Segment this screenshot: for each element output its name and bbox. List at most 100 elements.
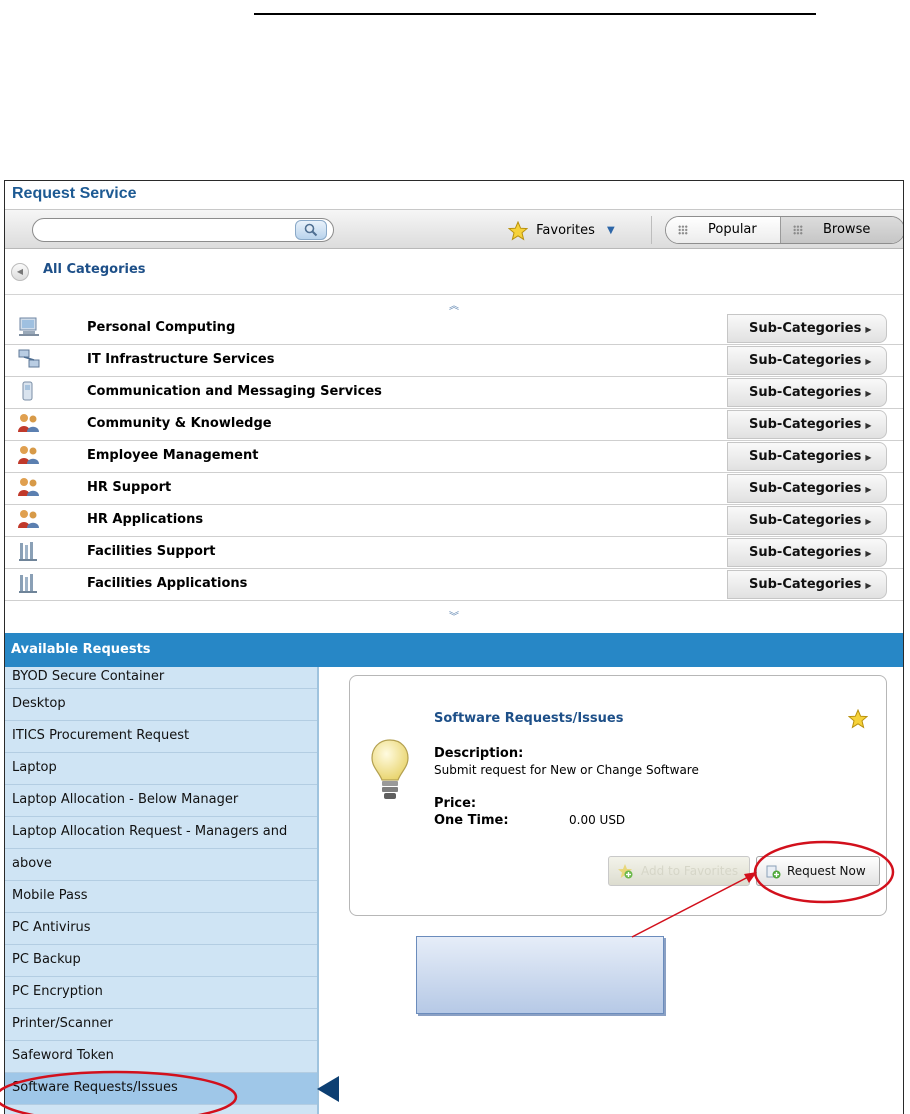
scroll-down-icon[interactable]: ︾ <box>5 608 903 623</box>
sub-categories-button[interactable]: Sub-Categories ▶ <box>727 506 887 535</box>
add-star-icon <box>618 864 633 879</box>
building-icon <box>17 572 41 594</box>
chevron-down-icon: ▼ <box>607 225 615 236</box>
request-list-item[interactable]: Laptop <box>5 753 317 785</box>
favorites-label: Favorites <box>536 223 595 238</box>
request-list-item[interactable]: PC Backup <box>5 945 317 977</box>
request-item-label: PC Encryption <box>12 984 103 999</box>
request-list-item[interactable]: Printer/Scanner <box>5 1009 317 1041</box>
chevron-right-icon: ▶ <box>865 485 872 494</box>
sub-categories-label: Sub-Categories <box>749 385 862 400</box>
people-icon <box>17 476 41 498</box>
sub-categories-label: Sub-Categories <box>749 321 862 336</box>
detail-title: Software Requests/Issues <box>434 711 624 726</box>
category-label: HR Support <box>87 480 172 495</box>
sub-categories-button[interactable]: Sub-Categories ▶ <box>727 378 887 407</box>
request-now-label: Request Now <box>787 864 866 878</box>
favorites-dropdown[interactable]: Favorites ▼ <box>508 220 615 242</box>
chevron-right-icon: ▶ <box>865 453 872 462</box>
browse-button[interactable]: Browse <box>780 217 903 243</box>
top-rule <box>254 13 816 15</box>
grid-icon <box>678 225 688 235</box>
request-list-item[interactable]: Laptop Allocation - Below Manager <box>5 785 317 817</box>
phone-icon <box>17 380 41 402</box>
request-now-button[interactable]: Request Now <box>756 856 880 886</box>
request-item-label: Safeword Token <box>12 1048 114 1063</box>
request-item-label: Printer/Scanner <box>12 1016 113 1031</box>
request-item-label: Desktop <box>12 696 66 711</box>
chevron-right-icon: ▶ <box>865 517 872 526</box>
people-icon <box>17 508 41 530</box>
request-item-label: BYOD Secure Container <box>12 669 165 684</box>
sub-categories-label: Sub-Categories <box>749 449 862 464</box>
request-detail-card: Software Requests/Issues Description: Su… <box>349 675 887 916</box>
favorite-star-icon[interactable] <box>848 709 868 729</box>
category-row[interactable]: Facilities Support Sub-Categories ▶ <box>5 537 903 569</box>
star-icon <box>508 221 528 241</box>
view-toggle: Popular Browse <box>665 216 903 244</box>
sub-categories-button[interactable]: Sub-Categories ▶ <box>727 314 887 343</box>
search-box <box>32 218 334 242</box>
request-list-item[interactable]: PC Encryption <box>5 977 317 1009</box>
sub-categories-button[interactable]: Sub-Categories ▶ <box>727 474 887 503</box>
category-row[interactable]: Facilities Applications Sub-Categories ▶ <box>5 569 903 601</box>
request-list-item[interactable]: above <box>5 849 317 881</box>
one-time-label: One Time: <box>434 813 509 828</box>
panel-title: Request Service <box>5 181 903 209</box>
browse-label: Browse <box>823 222 871 237</box>
sub-categories-button[interactable]: Sub-Categories ▶ <box>727 410 887 439</box>
add-to-favorites-button[interactable]: Add to Favorites <box>608 856 750 886</box>
add-to-favorites-label: Add to Favorites <box>641 864 739 878</box>
request-item-label: Laptop Allocation Request - Managers and <box>12 824 288 839</box>
category-label: HR Applications <box>87 512 204 527</box>
toolbar: Favorites ▼ Popular Browse <box>5 209 903 249</box>
sub-categories-label: Sub-Categories <box>749 577 862 592</box>
people-icon <box>17 444 41 466</box>
breadcrumb: ◀ All Categories <box>5 249 903 295</box>
category-row[interactable]: Community & Knowledge Sub-Categories ▶ <box>5 409 903 441</box>
request-item-label: Laptop <box>12 760 57 775</box>
search-button[interactable] <box>295 220 327 240</box>
sub-categories-button[interactable]: Sub-Categories ▶ <box>727 538 887 567</box>
request-list-item[interactable]: Safeword Token <box>5 1041 317 1073</box>
category-label: Employee Management <box>87 448 259 463</box>
back-arrow-icon[interactable]: ◀ <box>11 263 29 281</box>
network-icon <box>17 348 41 370</box>
sub-categories-label: Sub-Categories <box>749 545 862 560</box>
request-list-item[interactable]: Desktop <box>5 689 317 721</box>
request-list-item[interactable]: ITICS Procurement Request <box>5 721 317 753</box>
category-list: Personal Computing Sub-Categories ▶ IT Infr… <box>5 313 903 601</box>
scroll-up-icon[interactable]: ︽ <box>5 297 903 312</box>
lightbulb-icon <box>371 739 409 799</box>
one-time-value: 0.00 USD <box>569 813 626 827</box>
popular-button[interactable]: Popular <box>666 217 780 243</box>
category-row[interactable]: HR Support Sub-Categories ▶ <box>5 473 903 505</box>
category-row[interactable]: Employee Management Sub-Categories ▶ <box>5 441 903 473</box>
request-item-label: Mobile Pass <box>12 888 88 903</box>
category-row[interactable]: HR Applications Sub-Categories ▶ <box>5 505 903 537</box>
category-row[interactable]: Personal Computing Sub-Categories ▶ <box>5 313 903 345</box>
request-list-item[interactable]: BYOD Secure Container <box>5 667 317 689</box>
request-item-label: Software Requests/Issues <box>12 1080 178 1095</box>
request-list-item[interactable]: Mobile Pass <box>5 881 317 913</box>
search-input[interactable] <box>43 221 292 241</box>
category-label: Personal Computing <box>87 320 236 335</box>
all-categories-link[interactable]: All Categories <box>43 262 146 277</box>
chevron-right-icon: ▶ <box>865 357 872 366</box>
sub-categories-button[interactable]: Sub-Categories ▶ <box>727 570 887 599</box>
request-list-item[interactable]: Software Requests/Issues <box>5 1073 339 1105</box>
sub-categories-button[interactable]: Sub-Categories ▶ <box>727 346 887 375</box>
category-label: Communication and Messaging Services <box>87 384 382 399</box>
request-item-label: PC Antivirus <box>12 920 91 935</box>
sub-categories-button[interactable]: Sub-Categories ▶ <box>727 442 887 471</box>
description-label: Description: <box>434 746 524 761</box>
toolbar-divider <box>651 216 652 244</box>
request-list-item[interactable]: PC Antivirus <box>5 913 317 945</box>
description-text: Submit request for New or Change Softwar… <box>434 763 699 777</box>
request-list-item[interactable]: Laptop Allocation Request - Managers and <box>5 817 317 849</box>
category-row[interactable]: Communication and Messaging Services Sub-… <box>5 377 903 409</box>
request-icon <box>766 865 781 879</box>
chevron-right-icon: ▶ <box>865 421 872 430</box>
category-row[interactable]: IT Infrastructure Services Sub-Categories… <box>5 345 903 377</box>
sub-categories-label: Sub-Categories <box>749 513 862 528</box>
